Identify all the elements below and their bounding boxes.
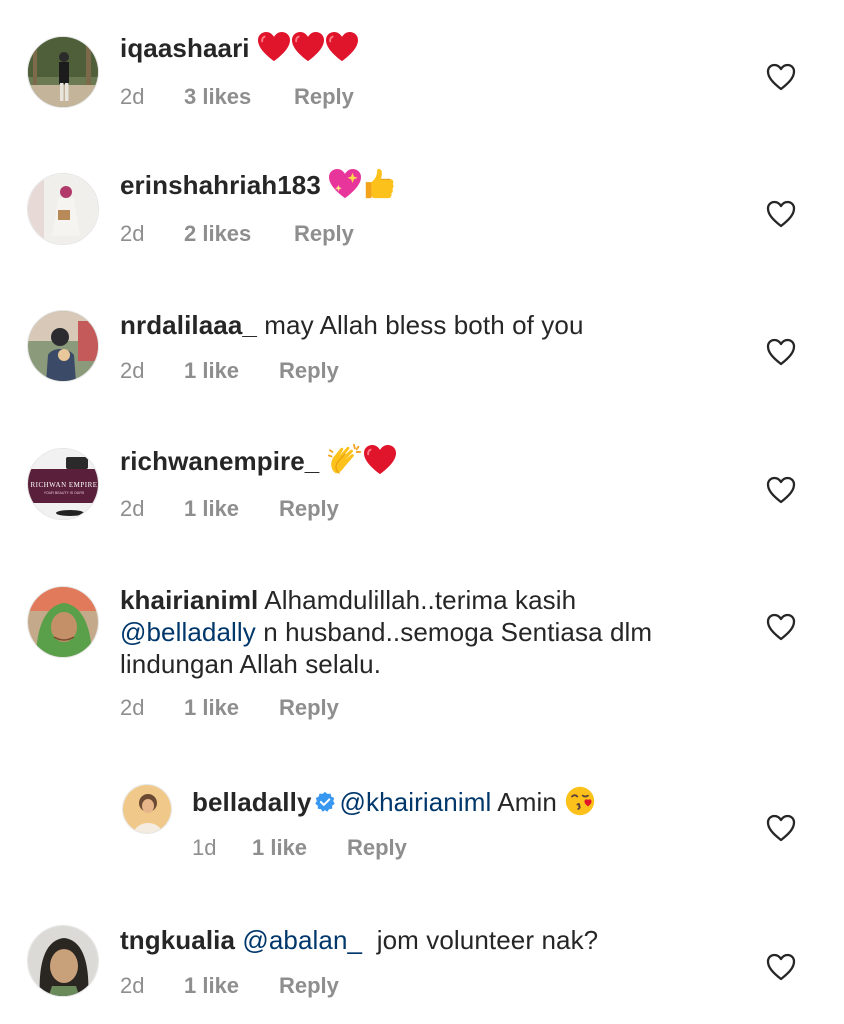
heart-icon[interactable] [766,338,796,366]
comment-time: 2d [120,358,145,383]
red-heart-emoji [291,33,325,63]
comment-text: erinshahriah183 [120,169,710,201]
avatar[interactable] [27,173,99,245]
comment-username[interactable]: iqaashaari [120,33,250,63]
mention-link[interactable]: @abalan_ [242,925,362,955]
comment-text: khairianiml Alhamdulillah..terima kasih … [120,584,710,680]
avatar[interactable] [27,310,99,382]
avatar[interactable]: RICHWAN EMPIRE YOUR BEAUTY IS OURS [27,448,99,520]
comment-meta: 2d 1 like Reply [120,358,339,384]
heart-icon[interactable] [766,63,796,91]
heart-icon[interactable] [766,476,796,504]
thumbs-up-emoji [362,170,396,200]
comment-username[interactable]: nrdalilaaa_ [120,310,257,340]
comment-username[interactable]: erinshahriah183 [120,170,321,200]
verified-badge-icon [314,791,336,813]
comment-text: belladally @khairianiml Amin [192,786,782,818]
comment-username[interactable]: richwanempire_ [120,446,319,476]
sparkling-heart-emoji [328,170,362,200]
reply-button[interactable]: Reply [279,973,339,999]
likes-count[interactable]: 1 like [184,358,279,384]
heart-icon[interactable] [766,613,796,641]
reply-button[interactable]: Reply [279,358,339,384]
likes-count[interactable]: 3 likes [184,84,294,110]
comment-time: 2d [120,221,145,246]
comment-body: Amin [497,787,557,817]
likes-count[interactable]: 1 like [184,695,279,721]
heart-icon[interactable] [766,200,796,228]
reply-button[interactable]: Reply [347,835,407,861]
comment-username[interactable]: khairianiml [120,585,258,615]
likes-count[interactable]: 1 like [184,496,279,522]
comment-text: richwanempire_ [120,445,710,477]
heart-icon[interactable] [766,814,796,842]
clapping-hands-emoji [327,446,363,476]
heart-icon[interactable] [766,953,796,981]
comment-meta: 2d 1 like Reply [120,496,339,522]
likes-count[interactable]: 1 like [184,973,279,999]
avatar[interactable] [27,586,99,658]
comment-username[interactable]: tngkualia [120,925,235,955]
comment-time: 2d [120,496,145,521]
comment-time: 2d [120,84,145,109]
comment-meta: 2d 1 like Reply [120,973,339,999]
comment-body: Alhamdulillah..terima kasih [264,585,577,615]
reply-button[interactable]: Reply [279,695,339,721]
mention-link[interactable]: @belladally [120,617,256,647]
reply-button[interactable]: Reply [294,84,354,110]
comment-meta: 2d 3 likes Reply [120,84,354,110]
red-heart-emoji [325,33,359,63]
red-heart-emoji [257,33,291,63]
reply-button[interactable]: Reply [279,496,339,522]
comment-meta: 2d 1 like Reply [120,695,339,721]
avatar-brand-subtext: YOUR BEAUTY IS OURS [44,491,85,495]
comment-time: 1d [192,835,217,860]
comment-time: 2d [120,695,145,720]
comment-text: tngkualia @abalan_ jom volunteer nak? [120,924,710,956]
mention-link[interactable]: @khairianiml [340,787,492,817]
comment-username[interactable]: belladally [192,787,312,817]
likes-count[interactable]: 1 like [252,835,347,861]
comment-text: nrdalilaaa_ may Allah bless both of you [120,309,710,341]
avatar[interactable] [27,36,99,108]
avatar[interactable] [27,925,99,997]
comment-body: jom volunteer nak? [376,925,599,955]
comment-text: iqaashaari [120,32,710,64]
red-heart-emoji [363,446,397,476]
reply-button[interactable]: Reply [294,221,354,247]
comment-time: 2d [120,973,145,998]
likes-count[interactable]: 2 likes [184,221,294,247]
avatar[interactable] [122,784,172,834]
comment-meta: 1d 1 like Reply [192,835,407,861]
comment-meta: 2d 2 likes Reply [120,221,354,247]
comment-body: may Allah bless both of you [264,310,584,340]
avatar-brand-text: RICHWAN EMPIRE [30,481,97,489]
face-blowing-kiss-emoji [564,787,596,817]
